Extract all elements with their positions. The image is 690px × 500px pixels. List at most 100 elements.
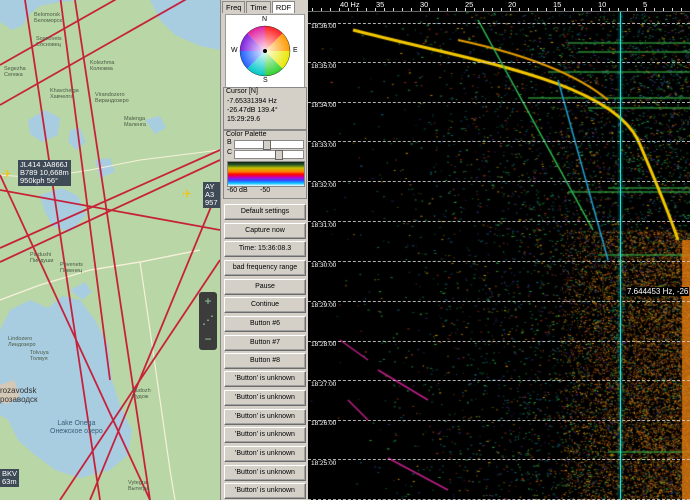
panel-button[interactable]: 'Button' is unknown [224, 483, 306, 499]
contrast-label: C [227, 149, 233, 156]
cursor-frequency-label: 7.644453 Hz, -26 [626, 287, 690, 296]
map-base [0, 0, 220, 500]
aircraft-icon[interactable]: ✈ [182, 188, 192, 200]
cursor-level: -26.47dB 139.4° [227, 107, 278, 114]
scale-tick [672, 8, 673, 11]
frequency-tick-label: 25 [465, 0, 474, 9]
scale-tick [627, 8, 628, 11]
lake-label: Lake Onega Онежское озеро [50, 420, 103, 435]
flight-tag[interactable]: AY A3 957 [203, 182, 220, 208]
place-label: Tolvuya Толвуя [30, 350, 49, 362]
scale-tick [555, 8, 556, 11]
time-gridline [308, 221, 690, 222]
time-gridline [308, 102, 690, 103]
frequency-cursor[interactable] [620, 12, 621, 500]
place-label: Pudozh Пудож [132, 388, 151, 400]
tab-time[interactable]: Time [246, 1, 271, 13]
time-label: 18:33:00 [311, 142, 337, 149]
aircraft-icon[interactable]: ✈ [2, 168, 12, 180]
panel-button[interactable]: 'Button' is unknown [224, 465, 306, 481]
scale-tick [600, 8, 601, 11]
scale-tick [636, 8, 637, 11]
panel-button[interactable]: 'Button' is unknown [224, 390, 306, 406]
drag-icon[interactable]: ⋰ [199, 311, 217, 330]
panel-button[interactable]: Button #7 [224, 335, 306, 351]
panel-button[interactable]: 'Button' is unknown [224, 371, 306, 387]
panel-button[interactable]: Pause [224, 279, 306, 295]
slider-knob[interactable] [263, 140, 271, 150]
spectrogram-waterfall[interactable]: 40 Hz 35 30 25 20 15 10 5 18:36:00 18:35:00 18:34… [308, 0, 690, 500]
zoom-in-button[interactable]: + [199, 292, 217, 311]
palette-title: Color Palette [226, 131, 267, 138]
time-gridline [308, 141, 690, 142]
panel-button[interactable]: Time: 15:36:08.3 [224, 241, 306, 257]
panel-button[interactable]: 'Button' is unknown [224, 409, 306, 425]
scale-tick [681, 8, 682, 11]
contrast-slider[interactable] [234, 150, 304, 160]
color-palette-panel: Color Palette B C -60 dB -50 [223, 129, 307, 199]
scale-tick [384, 8, 385, 11]
scale-tick [375, 8, 376, 11]
scale-tick [447, 8, 448, 11]
scale-tick [663, 8, 664, 11]
scale-tick [645, 8, 646, 11]
control-panel: Freq Time RDF N E S W Cursor [N] -7.6533… [220, 0, 309, 500]
scale-tick [411, 8, 412, 11]
db-low-label: -60 dB [227, 187, 248, 194]
time-label: 18:27:00 [311, 381, 337, 388]
time-label: 18:29:00 [311, 302, 337, 309]
panel-button[interactable]: Continue [224, 297, 306, 313]
scale-tick [582, 8, 583, 11]
time-gridline [308, 380, 690, 381]
scale-tick [312, 8, 313, 11]
panel-button[interactable]: Capture now [224, 223, 306, 239]
compass-n: N [262, 16, 268, 23]
scale-tick [591, 8, 592, 11]
slider-knob[interactable] [275, 150, 283, 160]
frequency-tick-label: 30 [420, 0, 429, 9]
scale-tick [330, 8, 331, 11]
place-label: Segezha Сегежа [4, 66, 26, 78]
place-label: Pindushi Пиндуши [30, 252, 54, 264]
scale-tick [465, 8, 466, 11]
waterfall-canvas [308, 0, 690, 500]
flight-map[interactable]: Belomorsk Беломорск Sosnovets Сосновец Seg… [0, 0, 220, 500]
scale-tick [492, 8, 493, 11]
scale-tick [348, 8, 349, 11]
scale-tick [546, 8, 547, 11]
map-zoom-control: + ⋰ − [199, 292, 217, 350]
flight-tag[interactable]: BKV 63m [0, 469, 20, 487]
scale-tick [609, 8, 610, 11]
brightness-slider[interactable] [234, 140, 304, 150]
tab-freq[interactable]: Freq [222, 1, 246, 13]
place-label: Sosnovets Сосновец [36, 36, 62, 48]
scale-tick [654, 8, 655, 11]
scale-tick [321, 8, 322, 11]
city-label: rozavodsk розаводск [0, 386, 38, 404]
cursor-frequency: -7.65331394 Hz [227, 98, 277, 105]
scale-tick [483, 8, 484, 11]
scale-tick [438, 8, 439, 11]
time-gridline [308, 459, 690, 460]
time-label: 18:25:00 [311, 460, 337, 467]
panel-button[interactable]: Button #8 [224, 353, 306, 369]
compass-s: S [263, 77, 268, 84]
time-label: 18:31:00 [311, 222, 337, 229]
panel-button[interactable]: 'Button' is unknown [224, 427, 306, 443]
scale-tick [474, 8, 475, 11]
place-label: Lindozero Линдозеро [8, 336, 36, 348]
flight-tag[interactable]: JL414 JA866J B789 10,668m 950kph 56° [18, 160, 71, 186]
panel-button[interactable]: 'Button' is unknown [224, 446, 306, 462]
scale-tick [456, 8, 457, 11]
panel-button[interactable]: bad frequency range [224, 260, 306, 276]
rdf-compass[interactable]: N E S W [225, 14, 305, 88]
tab-rdf[interactable]: RDF [271, 1, 296, 13]
time-gridline [308, 181, 690, 182]
panel-button[interactable]: Button #6 [224, 316, 306, 332]
panel-button[interactable]: Default settings [224, 204, 306, 220]
time-gridline [308, 261, 690, 262]
scale-tick [519, 8, 520, 11]
scale-tick [528, 8, 529, 11]
zoom-out-button[interactable]: − [199, 330, 217, 349]
scale-tick [402, 8, 403, 11]
